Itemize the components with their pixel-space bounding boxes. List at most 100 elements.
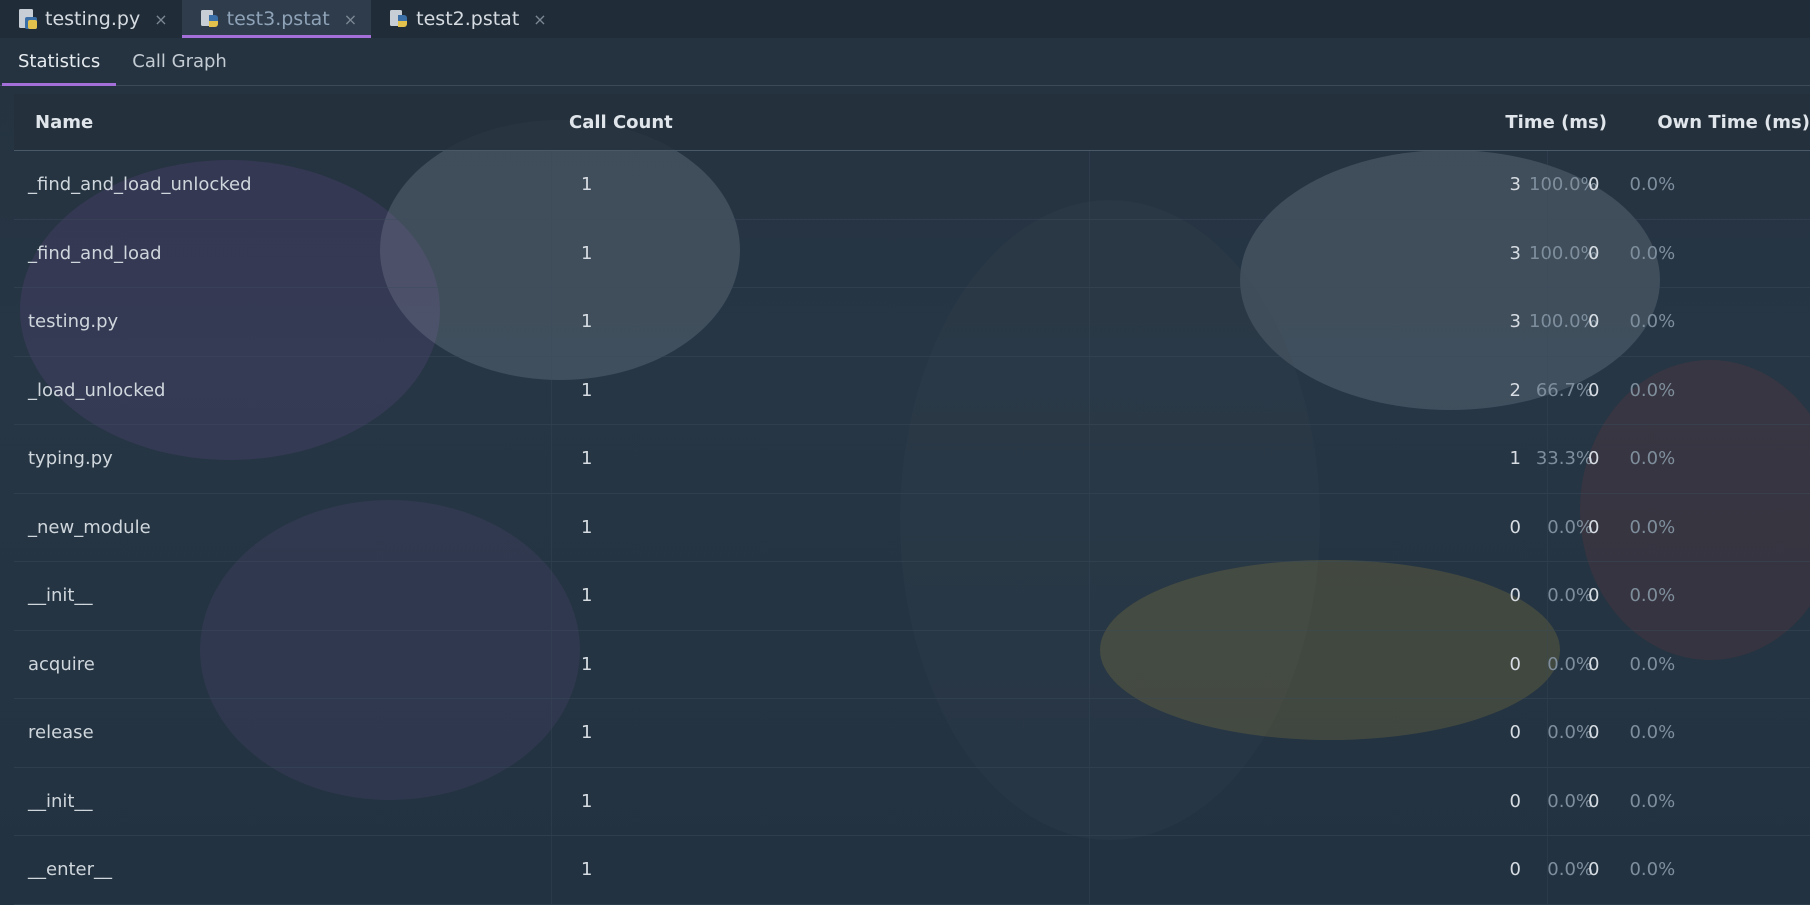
editor-tab-test3-pstat[interactable]: test3.pstat × <box>181 0 372 38</box>
cell-call-count: 1 <box>551 288 1089 356</box>
cell-name: __enter__ <box>28 859 113 881</box>
close-icon[interactable]: × <box>154 10 167 29</box>
time-value: 0 <box>1509 859 1521 881</box>
cell-call-count: 1 <box>551 767 1089 835</box>
own-time-value: 0 <box>1588 585 1600 607</box>
own-time-value: 0 <box>1588 790 1600 812</box>
cell-call-count: 1 <box>551 836 1089 904</box>
table-row[interactable]: __init__ 1 0 0.0% 0 0.0% <box>14 562 1810 631</box>
cell-call-count: 1 <box>551 630 1089 698</box>
time-value: 0 <box>1509 585 1521 607</box>
cell-call-count: 1 <box>551 699 1089 767</box>
cell-name: __init__ <box>28 585 93 607</box>
cell-name: typing.py <box>28 448 113 470</box>
table-row[interactable]: _find_and_load 1 3 100.0% 0 0.0% <box>14 219 1810 288</box>
call-count-value: 1 <box>581 585 593 607</box>
own-time-percent: 0.0% <box>1629 516 1676 538</box>
call-count-value: 1 <box>581 448 593 470</box>
time-value: 3 <box>1509 242 1521 264</box>
table-row[interactable]: __enter__ 1 0 0.0% 0 0.0% <box>14 836 1810 905</box>
cell-name: _find_and_load_unlocked <box>28 174 252 196</box>
time-value: 0 <box>1509 653 1521 675</box>
call-count-value: 1 <box>581 516 593 538</box>
call-count-value: 1 <box>581 722 593 744</box>
table-row[interactable]: _load_unlocked 1 2 66.7% 0 0.0% <box>14 356 1810 425</box>
cell-own-time: 0 0.0% <box>1547 562 1810 630</box>
time-value: 0 <box>1509 722 1521 744</box>
time-value: 0 <box>1509 516 1521 538</box>
time-value: 3 <box>1509 174 1521 196</box>
cell-own-time: 0 0.0% <box>1547 630 1810 698</box>
editor-tab-test2-pstat[interactable]: test2.pstat × <box>371 0 561 38</box>
editor-tab-bar: testing.py × test3.pstat × test2.pstat × <box>0 0 1810 38</box>
cell-call-count: 1 <box>551 219 1089 287</box>
own-time-percent: 0.0% <box>1629 653 1676 675</box>
column-header-own-time[interactable]: Own Time (ms) <box>1627 112 1810 133</box>
own-time-value: 0 <box>1588 174 1600 196</box>
call-count-value: 1 <box>581 859 593 881</box>
close-icon[interactable]: × <box>533 10 546 29</box>
table-row[interactable]: acquire 1 0 0.0% 0 0.0% <box>14 630 1810 699</box>
close-icon[interactable]: × <box>344 10 357 29</box>
editor-tab-label: test3.pstat <box>226 8 330 30</box>
pstat-file-icon <box>390 10 408 27</box>
cell-own-time: 0 0.0% <box>1547 836 1810 904</box>
cell-name: __init__ <box>28 790 93 812</box>
table-row[interactable]: release 1 0 0.0% 0 0.0% <box>14 699 1810 768</box>
tab-call-graph[interactable]: Call Graph <box>116 38 243 85</box>
table-row[interactable]: _find_and_load_unlocked 1 3 100.0% 0 0.0% <box>14 151 1810 220</box>
cell-own-time: 0 0.0% <box>1547 356 1810 424</box>
cell-call-count: 1 <box>551 425 1089 493</box>
own-time-value: 0 <box>1588 242 1600 264</box>
cell-call-count: 1 <box>551 493 1089 561</box>
cell-own-time: 0 0.0% <box>1547 288 1810 356</box>
cell-name: _new_module <box>28 516 151 538</box>
time-value: 1 <box>1509 448 1521 470</box>
cell-own-time: 0 0.0% <box>1547 425 1810 493</box>
call-count-value: 1 <box>581 242 593 264</box>
column-header-time[interactable]: Time (ms) <box>1089 112 1627 133</box>
own-time-percent: 0.0% <box>1629 311 1676 333</box>
cell-name: testing.py <box>28 311 119 333</box>
time-value: 2 <box>1509 379 1521 401</box>
cell-own-time: 0 0.0% <box>1547 493 1810 561</box>
call-count-value: 1 <box>581 311 593 333</box>
column-header-name[interactable]: Name <box>14 112 551 133</box>
cell-own-time: 0 0.0% <box>1547 219 1810 287</box>
own-time-percent: 0.0% <box>1629 722 1676 744</box>
editor-tab-testing-py[interactable]: testing.py × <box>0 0 182 38</box>
table-row[interactable]: testing.py 1 3 100.0% 0 0.0% <box>14 288 1810 357</box>
python-file-icon <box>19 9 37 29</box>
own-time-value: 0 <box>1588 722 1600 744</box>
own-time-value: 0 <box>1588 516 1600 538</box>
table-row[interactable]: __init__ 1 0 0.0% 0 0.0% <box>14 767 1810 836</box>
call-count-value: 1 <box>581 379 593 401</box>
call-count-value: 1 <box>581 790 593 812</box>
cell-own-time: 0 0.0% <box>1547 767 1810 835</box>
own-time-percent: 0.0% <box>1629 859 1676 881</box>
table-body: _find_and_load_unlocked 1 3 1 0 0.0% 0 0.0% _fin… <box>14 151 1810 905</box>
cell-name: acquire <box>28 653 95 675</box>
tab-statistics[interactable]: Statistics <box>2 38 117 86</box>
own-time-value: 0 <box>1588 379 1600 401</box>
cell-name: release <box>28 722 94 744</box>
cell-call-count: 1 <box>551 356 1089 424</box>
cell-own-time: 0 0.0% <box>1547 699 1810 767</box>
own-time-percent: 0.0% <box>1629 379 1676 401</box>
profiler-view-tabs: Statistics Call Graph <box>0 38 1810 86</box>
table-header: Name Call Count Time (ms) Own Time (ms) <box>14 94 1810 151</box>
own-time-value: 0 <box>1588 448 1600 470</box>
table-row[interactable]: typing.py 1 1 33.3% 0 0.0% <box>14 425 1810 494</box>
cell-call-count: 1 <box>551 151 1089 219</box>
cell-name: _find_and_load <box>28 242 162 264</box>
cell-call-count: 1 <box>551 562 1089 630</box>
time-value: 3 <box>1509 311 1521 333</box>
own-time-percent: 0.0% <box>1629 448 1676 470</box>
column-header-call-count[interactable]: Call Count <box>551 112 1089 133</box>
own-time-value: 0 <box>1588 311 1600 333</box>
table-row[interactable]: _new_module 1 0 0.0% 0 0.0% <box>14 493 1810 562</box>
editor-tab-label: testing.py <box>45 8 141 30</box>
own-time-percent: 0.0% <box>1629 174 1676 196</box>
statistics-table: Name Call Count Time (ms) Own Time (ms) … <box>14 94 1810 905</box>
own-time-value: 0 <box>1588 859 1600 881</box>
